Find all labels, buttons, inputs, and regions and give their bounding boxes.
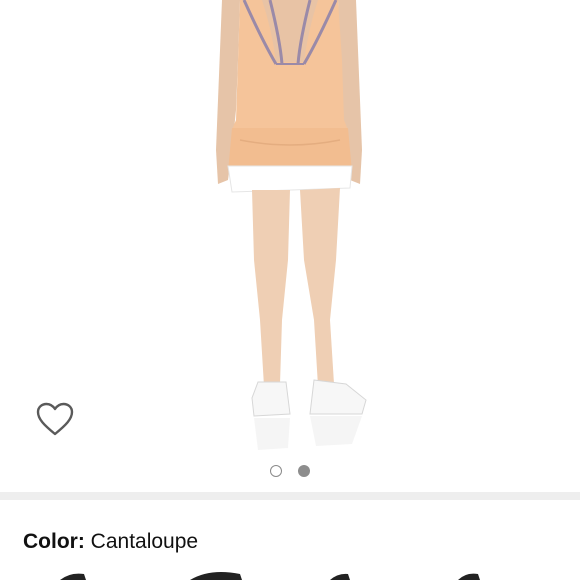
shoe-reflection	[254, 416, 362, 450]
dress-skirt	[228, 128, 352, 172]
color-swatch-row[interactable]	[0, 570, 580, 580]
carousel-dot-2[interactable]	[298, 465, 310, 477]
carousel-dot-1[interactable]	[270, 465, 282, 477]
swatch-3[interactable]	[330, 573, 350, 580]
swatch-1[interactable]	[60, 573, 86, 580]
carousel-pagination	[0, 462, 580, 480]
wishlist-heart-icon[interactable]	[34, 400, 76, 438]
left-leg	[252, 190, 290, 386]
color-selection-row: Color: Cantaloupe	[23, 530, 198, 554]
product-photo[interactable]	[0, 0, 580, 460]
right-leg	[300, 188, 340, 386]
right-sneaker	[309, 379, 367, 415]
white-underskirt	[227, 165, 353, 193]
swatch-4[interactable]	[458, 573, 480, 580]
color-label: Color:	[23, 530, 85, 553]
color-value: Cantaloupe	[90, 530, 199, 553]
left-sneaker	[251, 381, 291, 417]
swatch-2[interactable]	[190, 572, 242, 580]
section-divider	[0, 492, 580, 500]
product-image-carousel[interactable]	[0, 0, 580, 492]
